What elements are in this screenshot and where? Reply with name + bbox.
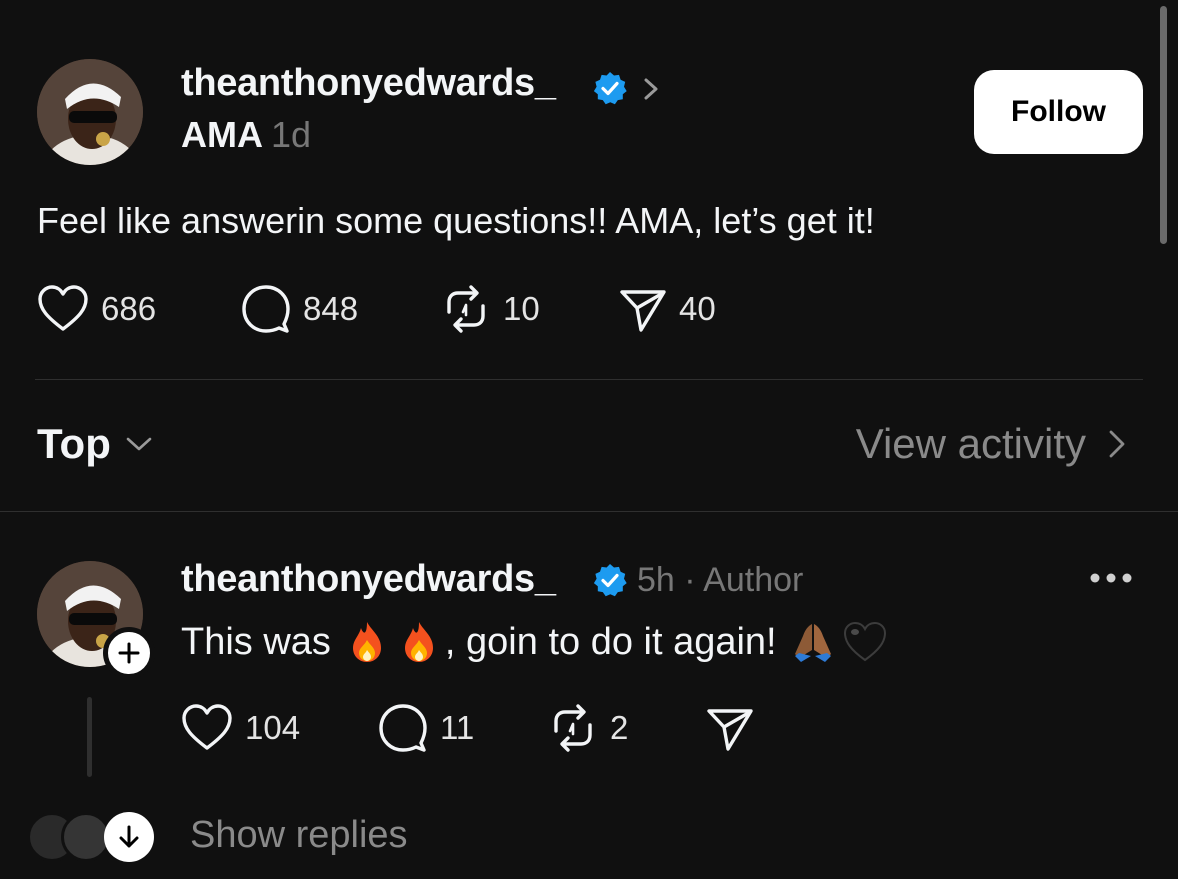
- divider: [35, 379, 1143, 380]
- heart-icon: [182, 704, 232, 750]
- post-body: Feel like answerin some questions!! AMA,…: [37, 200, 875, 241]
- fire-emoji-icon: [345, 620, 389, 664]
- post-username[interactable]: theanthonyedwards_: [181, 62, 556, 105]
- repost-button[interactable]: 10: [441, 284, 540, 334]
- verified-badge-icon: [593, 72, 627, 105]
- share-count: 40: [679, 290, 716, 327]
- reply-username[interactable]: theanthonyedwards_: [181, 558, 556, 601]
- comment-count: 848: [303, 290, 359, 327]
- sort-dropdown[interactable]: Top: [37, 420, 153, 468]
- thread-page: theanthonyedwards_ AMA 1d Follow Feel lik…: [0, 0, 1178, 879]
- verified-badge-icon: [593, 564, 627, 597]
- follow-plus-button[interactable]: [103, 627, 155, 679]
- like-button[interactable]: 686: [37, 284, 156, 334]
- repost-icon: [554, 704, 592, 752]
- show-replies-button[interactable]: [104, 812, 154, 862]
- folded-hands-emoji-icon: [791, 620, 835, 664]
- comment-icon: [379, 704, 427, 752]
- repost-icon: [447, 285, 485, 333]
- thread-line: [87, 697, 92, 777]
- show-replies-link[interactable]: Show replies: [190, 814, 408, 857]
- plus-icon: [118, 642, 140, 664]
- comment-button[interactable]: 848: [241, 284, 358, 334]
- divider: [0, 511, 1178, 512]
- black-heart-emoji-icon: [843, 620, 887, 664]
- follow-button[interactable]: Follow: [974, 70, 1143, 154]
- comment-count: 11: [440, 709, 475, 746]
- reply-meta: 5h · Author: [637, 561, 804, 599]
- chevron-right-icon[interactable]: [640, 74, 662, 104]
- scrollbar[interactable]: [1160, 6, 1167, 244]
- more-options-icon[interactable]: [1088, 571, 1134, 585]
- post-subtitle: AMA 1d: [181, 114, 311, 156]
- repost-button[interactable]: 2: [548, 703, 628, 753]
- reply-text-start: This was: [181, 620, 331, 663]
- view-activity-link[interactable]: View activity: [856, 420, 1126, 468]
- like-count: 104: [245, 709, 301, 746]
- share-button[interactable]: [706, 703, 754, 753]
- post-title[interactable]: AMA: [181, 114, 263, 155]
- avatar[interactable]: [37, 59, 143, 165]
- post-time: 1d: [270, 114, 312, 155]
- arrow-down-icon: [119, 825, 139, 848]
- chevron-right-icon: [1109, 430, 1125, 458]
- sort-label: Top: [37, 420, 111, 467]
- share-button[interactable]: 40: [619, 284, 716, 334]
- like-button[interactable]: 104: [181, 703, 300, 753]
- heart-icon: [38, 285, 88, 331]
- repost-count: 2: [610, 709, 629, 746]
- view-activity-label: View activity: [855, 420, 1086, 467]
- fire-emoji-icon: [397, 620, 441, 664]
- send-icon: [707, 709, 753, 751]
- reply-body: This was , goin to do it again!: [181, 620, 891, 664]
- comment-icon: [242, 285, 290, 333]
- repost-count: 10: [503, 290, 540, 327]
- comment-button[interactable]: 11: [378, 703, 474, 753]
- like-count: 686: [101, 290, 157, 327]
- reply-text-middle: , goin to do it again!: [444, 620, 777, 663]
- chevron-down-icon: [126, 437, 152, 451]
- send-icon: [620, 290, 666, 332]
